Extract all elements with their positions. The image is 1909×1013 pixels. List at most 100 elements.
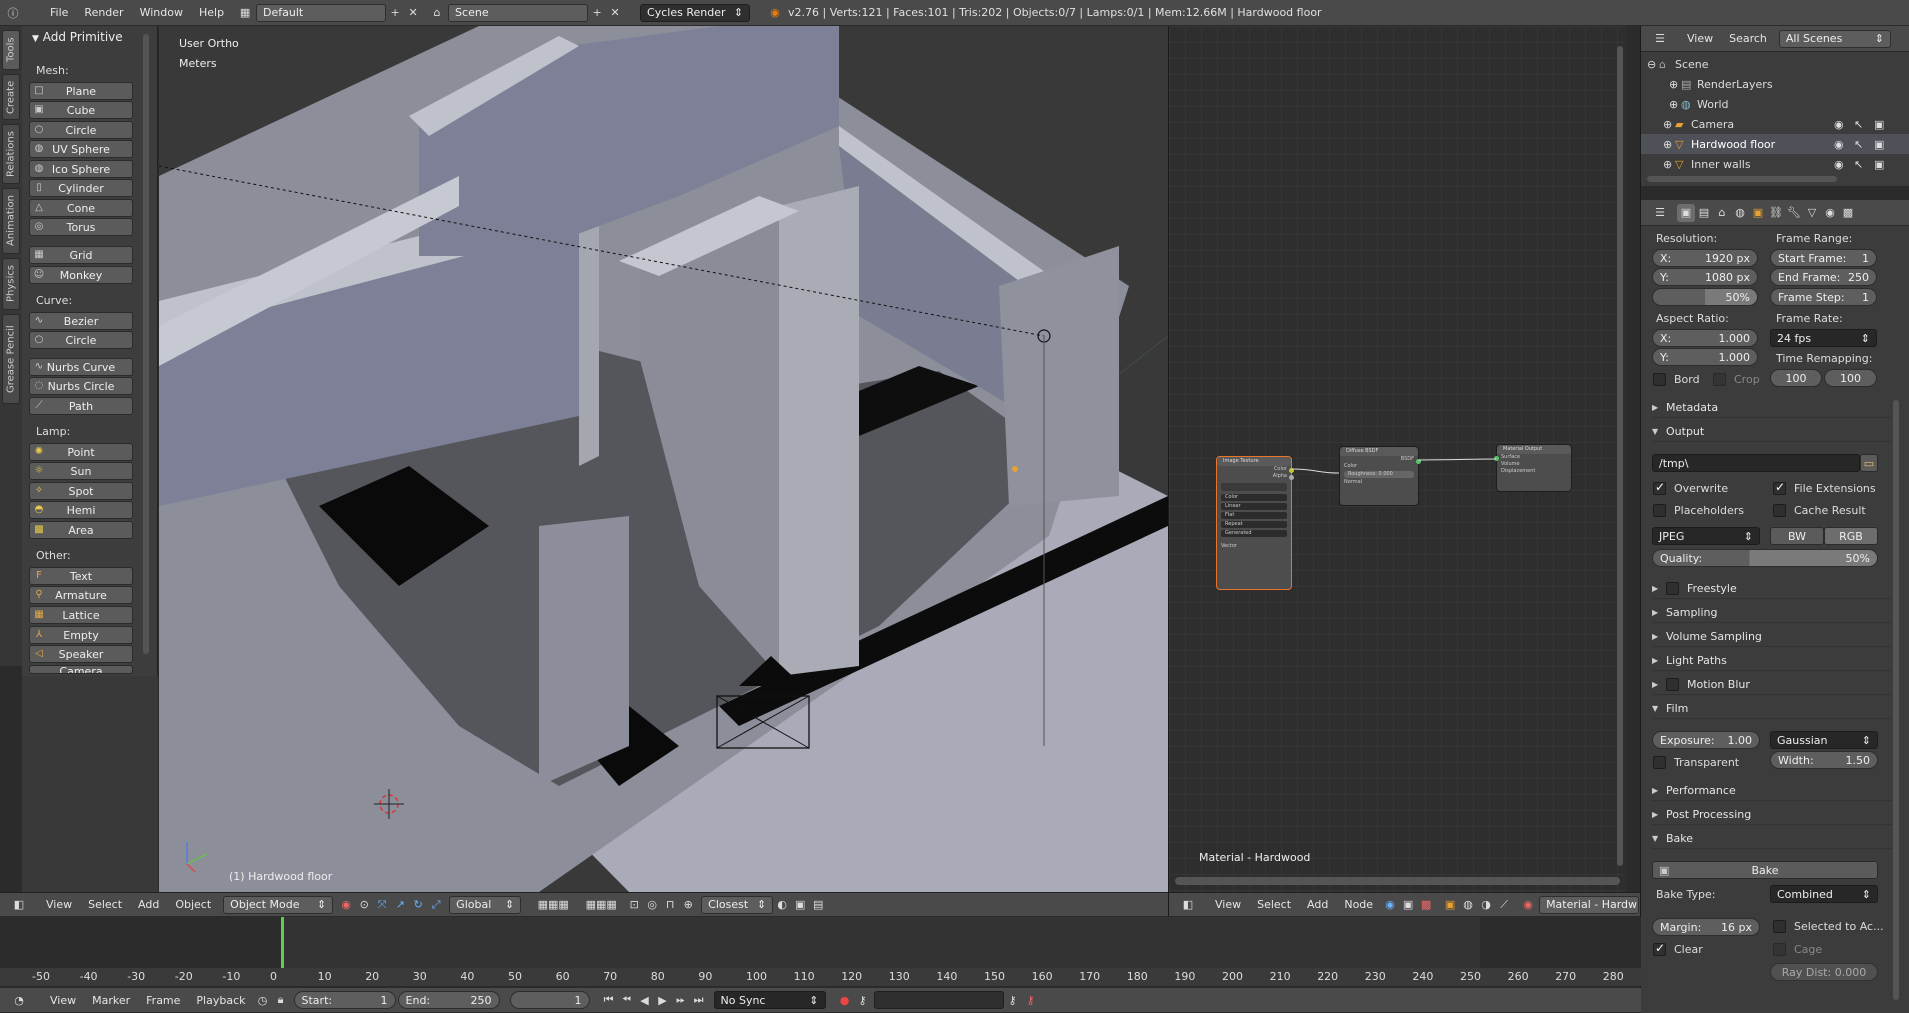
tab-animation[interactable]: Animation: [2, 188, 20, 254]
close-scene-icon[interactable]: ✕: [606, 4, 624, 22]
outliner-menu-search[interactable]: Search: [1721, 32, 1775, 45]
brush-icon[interactable]: ⟋: [1495, 896, 1513, 914]
start-field[interactable]: Start: 1: [293, 991, 396, 1009]
crop-checkbox[interactable]: [1713, 373, 1726, 386]
screen-layout-icon[interactable]: ▦: [236, 4, 254, 22]
texture-tab-icon[interactable]: ▩: [1839, 204, 1857, 222]
bake-button[interactable]: ▣ Bake: [1652, 861, 1878, 879]
add-scene-icon[interactable]: +: [588, 4, 606, 22]
node-editor[interactable]: Image Texture Color Alpha Color Linear F…: [1169, 26, 1626, 892]
scene-icon[interactable]: ⌂: [428, 4, 446, 22]
start-frame-field[interactable]: Start Frame: 1: [1770, 249, 1877, 267]
tab-relations[interactable]: Relations: [2, 124, 20, 184]
output-path-field[interactable]: /tmp\: [1652, 454, 1860, 472]
menu-file[interactable]: File: [42, 6, 76, 19]
menu-add[interactable]: Add: [130, 898, 167, 911]
filter-width-field[interactable]: Width: 1.50: [1770, 751, 1878, 769]
render-preview-icon[interactable]: ◐: [773, 896, 791, 914]
close-layout-icon[interactable]: ✕: [404, 4, 422, 22]
jump-end-icon[interactable]: ⏭︎: [690, 991, 708, 1009]
add-hemi-lamp-button[interactable]: ◓ Hemi: [29, 501, 133, 519]
add-area-lamp-button[interactable]: ▩ Area: [29, 521, 133, 539]
keying-set-field[interactable]: [873, 991, 1004, 1009]
current-frame-field[interactable]: 1: [509, 991, 590, 1009]
add-path-button[interactable]: ⟋ Path: [29, 397, 133, 415]
add-circle-button[interactable]: ○ Circle: [29, 121, 133, 139]
border-checkbox[interactable]: [1653, 373, 1666, 386]
sync-select[interactable]: No Sync ⇕: [713, 991, 826, 1009]
insert-keyframe-icon[interactable]: ⚷: [1004, 991, 1022, 1009]
constraints-tab-icon[interactable]: ⛓: [1767, 204, 1785, 222]
film-panel-header[interactable]: ▼ Film: [1652, 699, 1892, 719]
timeline-menu-marker[interactable]: Marker: [84, 994, 138, 1007]
expand-icon[interactable]: ⊕: [1669, 78, 1681, 91]
node-option[interactable]: Color: [1221, 494, 1287, 501]
visibility-eye-icon[interactable]: ◉: [1834, 158, 1844, 171]
node-input-roughness[interactable]: Roughness: 0.000: [1344, 471, 1414, 478]
select-arrow-icon[interactable]: ↖: [1854, 138, 1863, 151]
quality-slider[interactable]: Quality: 50%: [1652, 549, 1878, 567]
outliner-item-inner-walls[interactable]: ⊕ ▽ Inner walls ◉ ↖ ▣: [1641, 154, 1909, 174]
add-speaker-button[interactable]: ◁ Speaker: [29, 645, 133, 663]
editor-type-icon[interactable]: ☰: [1651, 30, 1669, 48]
menu-window[interactable]: Window: [132, 6, 191, 19]
tab-create[interactable]: Create: [2, 74, 20, 120]
compositing-nodes-icon[interactable]: ▣: [1399, 896, 1417, 914]
node-menu-add[interactable]: Add: [1299, 898, 1336, 911]
scale-icon[interactable]: ⤢: [427, 896, 445, 914]
add-point-lamp-button[interactable]: ✺ Point: [29, 443, 133, 461]
play-icon[interactable]: ▶: [654, 991, 672, 1009]
render-camera-icon[interactable]: ▣: [1874, 118, 1884, 131]
add-torus-button[interactable]: ◎ Torus: [29, 218, 133, 236]
snap-icon[interactable]: ⊓: [661, 896, 679, 914]
3d-viewport[interactable]: User Ortho Meters (1) Hardwood floor: [159, 26, 1168, 892]
node-option[interactable]: Linear: [1221, 503, 1287, 510]
light-paths-panel-header[interactable]: ▶ Light Paths: [1652, 651, 1892, 671]
rotate-icon[interactable]: ↻: [409, 896, 427, 914]
add-cube-button[interactable]: ▣ Cube: [29, 101, 133, 119]
metadata-panel-header[interactable]: ▶ Metadata: [1652, 398, 1892, 418]
volume-sampling-panel-header[interactable]: ▶ Volume Sampling: [1652, 627, 1892, 647]
object-tab-icon[interactable]: ▣: [1749, 204, 1767, 222]
node-v-scrollbar[interactable]: [1617, 46, 1623, 866]
selected-to-active-checkbox[interactable]: [1773, 920, 1786, 933]
node-option[interactable]: Flat: [1221, 512, 1287, 519]
menu-object[interactable]: Object: [167, 898, 219, 911]
frame-step-field[interactable]: Frame Step: 1: [1770, 288, 1877, 306]
add-plane-button[interactable]: □ Plane: [29, 82, 133, 100]
render-camera-icon[interactable]: ▣: [1874, 158, 1884, 171]
data-tab-icon[interactable]: ▽: [1803, 204, 1821, 222]
add-camera-button[interactable]: Camera: [29, 665, 133, 674]
res-x-field[interactable]: X: 1920 px: [1652, 249, 1758, 267]
timeline-menu-frame[interactable]: Frame: [138, 994, 188, 1007]
aspect-x-field[interactable]: X: 1.000: [1652, 329, 1758, 347]
preview-range-icon[interactable]: ◷: [254, 991, 272, 1009]
frame-rate-select[interactable]: 24 fps ⇕: [1770, 329, 1877, 347]
snap-target-icon[interactable]: ⊕: [679, 896, 697, 914]
tab-physics[interactable]: Physics: [2, 258, 20, 310]
menu-render[interactable]: Render: [76, 6, 131, 19]
add-primitive-header[interactable]: ▼ Add Primitive: [32, 30, 123, 44]
material-output-node[interactable]: Material Output Surface Volume Displacem…: [1494, 444, 1572, 492]
add-uv-sphere-button[interactable]: ◍ UV Sphere: [29, 140, 133, 158]
add-sun-lamp-button[interactable]: ☼ Sun: [29, 462, 133, 480]
browse-folder-button[interactable]: ▭: [1860, 454, 1878, 472]
add-text-button[interactable]: F Text: [29, 567, 133, 585]
add-layout-icon[interactable]: +: [386, 4, 404, 22]
freestyle-panel-header[interactable]: ▶ Freestyle: [1652, 579, 1892, 599]
output-socket[interactable]: [1289, 468, 1294, 473]
end-frame-field[interactable]: End Frame: 250: [1770, 268, 1877, 286]
jump-keyframe-back-icon[interactable]: ⏪︎: [618, 991, 636, 1009]
menu-select[interactable]: Select: [80, 898, 130, 911]
bw-button[interactable]: BW: [1770, 527, 1824, 545]
pivot-icon[interactable]: ⊙: [355, 896, 373, 914]
render-tab-icon[interactable]: ▣: [1677, 203, 1695, 222]
select-arrow-icon[interactable]: ↖: [1854, 118, 1863, 131]
timeline-area[interactable]: [0, 917, 1641, 968]
motion-blur-panel-header[interactable]: ▶ Motion Blur: [1652, 675, 1892, 695]
freestyle-checkbox[interactable]: [1666, 582, 1679, 595]
outliner-item-renderlayers[interactable]: ⊕ ▤ RenderLayers: [1641, 74, 1909, 94]
cage-checkbox[interactable]: [1773, 943, 1786, 956]
remap-new-field[interactable]: 100: [1824, 369, 1877, 387]
image-toolbar[interactable]: [1221, 483, 1287, 491]
